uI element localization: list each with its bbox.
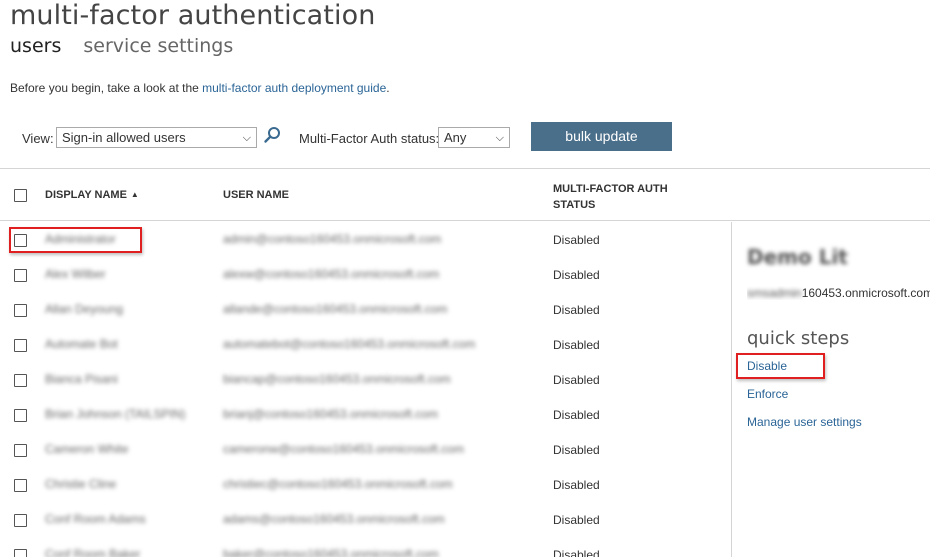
sort-ascending-icon: ▲ bbox=[130, 190, 139, 199]
mfa-status-cell: Disabled bbox=[553, 303, 600, 317]
mfa-status-cell: Disabled bbox=[553, 513, 600, 527]
row-checkbox[interactable] bbox=[14, 374, 27, 387]
disable-link[interactable]: Disable bbox=[747, 359, 787, 373]
row-checkbox[interactable] bbox=[14, 339, 27, 352]
table-row[interactable]: Cameron White cameronw@contoso160453.onm… bbox=[0, 432, 732, 467]
row-checkbox[interactable] bbox=[14, 409, 27, 422]
user-name-cell: brianj@contoso160453.onmicrosoft.com bbox=[223, 407, 438, 421]
row-checkbox[interactable] bbox=[14, 444, 27, 457]
view-select[interactable]: Sign-in allowed users ⌵ bbox=[56, 127, 257, 148]
user-name-cell: christiec@contoso160453.onmicrosoft.com bbox=[223, 477, 453, 491]
mfa-status-select-value: Any bbox=[444, 130, 467, 145]
search-icon[interactable] bbox=[263, 125, 283, 145]
chevron-down-icon: ⌵ bbox=[495, 132, 504, 144]
display-name-cell: Conf Room Baker bbox=[45, 547, 141, 557]
table-row[interactable]: Bianca Pisani biancap@contoso160453.onmi… bbox=[0, 362, 732, 397]
row-checkbox[interactable] bbox=[14, 479, 27, 492]
table-row[interactable]: Alex Wilber alexw@contoso160453.onmicros… bbox=[0, 257, 732, 292]
table-header: DISPLAY NAME ▲ USER NAME MULTI-FACTOR AUT… bbox=[0, 169, 930, 221]
row-checkbox[interactable] bbox=[14, 514, 27, 527]
mfa-status-cell: Disabled bbox=[553, 443, 600, 457]
quick-steps-title: quick steps bbox=[747, 328, 850, 349]
mfa-status-cell: Disabled bbox=[553, 408, 600, 422]
selected-user-email: smsadmin160453.onmicrosoft.com bbox=[747, 286, 930, 300]
manage-user-settings-link[interactable]: Manage user settings bbox=[747, 415, 862, 429]
user-name-cell: allande@contoso160453.onmicrosoft.com bbox=[223, 302, 448, 316]
mfa-status-cell: Disabled bbox=[553, 548, 600, 557]
display-name-cell: Cameron White bbox=[45, 442, 129, 456]
intro-text: Before you begin, take a look at the mul… bbox=[10, 81, 390, 95]
mfa-status-cell: Disabled bbox=[553, 338, 600, 352]
user-name-cell: baker@contoso160453.onmicrosoft.com bbox=[223, 547, 439, 557]
user-table: Administrator admin@contoso160453.onmicr… bbox=[0, 222, 732, 557]
row-checkbox[interactable] bbox=[14, 269, 27, 282]
enforce-link[interactable]: Enforce bbox=[747, 387, 788, 401]
user-name-cell: adams@contoso160453.onmicrosoft.com bbox=[223, 512, 445, 526]
mfa-status-cell: Disabled bbox=[553, 233, 600, 247]
mfa-status-label: Multi-Factor Auth status: bbox=[299, 131, 440, 146]
select-all-checkbox[interactable] bbox=[14, 189, 27, 205]
page-title: multi-factor authentication bbox=[10, 0, 376, 31]
column-mfa-status[interactable]: MULTI-FACTOR AUTH STATUS bbox=[553, 181, 683, 213]
mfa-status-select[interactable]: Any ⌵ bbox=[438, 127, 510, 148]
user-name-cell: automatebot@contoso160453.onmicrosoft.co… bbox=[223, 337, 476, 351]
table-row[interactable]: Automate Bot automatebot@contoso160453.o… bbox=[0, 327, 732, 362]
display-name-cell: Automate Bot bbox=[45, 337, 118, 351]
nav-tabs: users service settings bbox=[10, 35, 249, 57]
details-divider bbox=[731, 222, 732, 557]
column-user-name[interactable]: USER NAME bbox=[223, 189, 289, 201]
table-row[interactable]: Conf Room Adams adams@contoso160453.onmi… bbox=[0, 502, 732, 537]
selected-user-email-masked: smsadmin bbox=[747, 286, 802, 300]
table-row[interactable]: Administrator admin@contoso160453.onmicr… bbox=[0, 222, 732, 257]
mfa-status-cell: Disabled bbox=[553, 373, 600, 387]
view-select-value: Sign-in allowed users bbox=[62, 130, 186, 145]
row-checkbox[interactable] bbox=[14, 549, 27, 557]
display-name-cell: Bianca Pisani bbox=[45, 372, 118, 386]
row-checkbox[interactable] bbox=[14, 234, 27, 247]
selected-user-email-domain: 160453.onmicrosoft.com bbox=[801, 286, 930, 300]
display-name-cell: Conf Room Adams bbox=[45, 512, 146, 526]
mfa-status-cell: Disabled bbox=[553, 268, 600, 282]
table-row[interactable]: Brian Johnson (TAILSPIN) brianj@contoso1… bbox=[0, 397, 732, 432]
table-row[interactable]: Christie Cline christiec@contoso160453.o… bbox=[0, 467, 732, 502]
display-name-cell: Christie Cline bbox=[45, 477, 117, 491]
table-row[interactable]: Conf Room Baker baker@contoso160453.onmi… bbox=[0, 537, 732, 557]
display-name-cell: Brian Johnson (TAILSPIN) bbox=[45, 407, 186, 421]
intro-prefix: Before you begin, take a look at the bbox=[10, 81, 203, 95]
column-display-name[interactable]: DISPLAY NAME ▲ bbox=[45, 189, 139, 201]
table-row[interactable]: Allan Deyoung allande@contoso160453.onmi… bbox=[0, 292, 732, 327]
filter-bar: View: Sign-in allowed users ⌵ Multi-Fact… bbox=[0, 122, 946, 152]
user-name-cell: admin@contoso160453.onmicrosoft.com bbox=[223, 232, 442, 246]
tab-users[interactable]: users bbox=[10, 35, 61, 57]
mfa-status-cell: Disabled bbox=[553, 478, 600, 492]
display-name-cell: Allan Deyoung bbox=[45, 302, 124, 316]
selected-user-name: Demo Lit bbox=[747, 245, 848, 269]
column-display-name-label: DISPLAY NAME bbox=[45, 189, 127, 201]
chevron-down-icon: ⌵ bbox=[242, 132, 251, 144]
intro-suffix: . bbox=[386, 81, 390, 95]
tab-service-settings[interactable]: service settings bbox=[83, 35, 233, 57]
user-name-cell: cameronw@contoso160453.onmicrosoft.com bbox=[223, 442, 464, 456]
display-name-cell: Alex Wilber bbox=[45, 267, 106, 281]
row-checkbox[interactable] bbox=[14, 304, 27, 317]
user-name-cell: biancap@contoso160453.onmicrosoft.com bbox=[223, 372, 451, 386]
user-name-cell: alexw@contoso160453.onmicrosoft.com bbox=[223, 267, 440, 281]
bulk-update-button[interactable]: bulk update bbox=[531, 122, 672, 151]
view-label: View: bbox=[22, 131, 54, 146]
display-name-cell: Administrator bbox=[45, 232, 116, 246]
deployment-guide-link[interactable]: multi-factor auth deployment guide bbox=[202, 81, 386, 95]
